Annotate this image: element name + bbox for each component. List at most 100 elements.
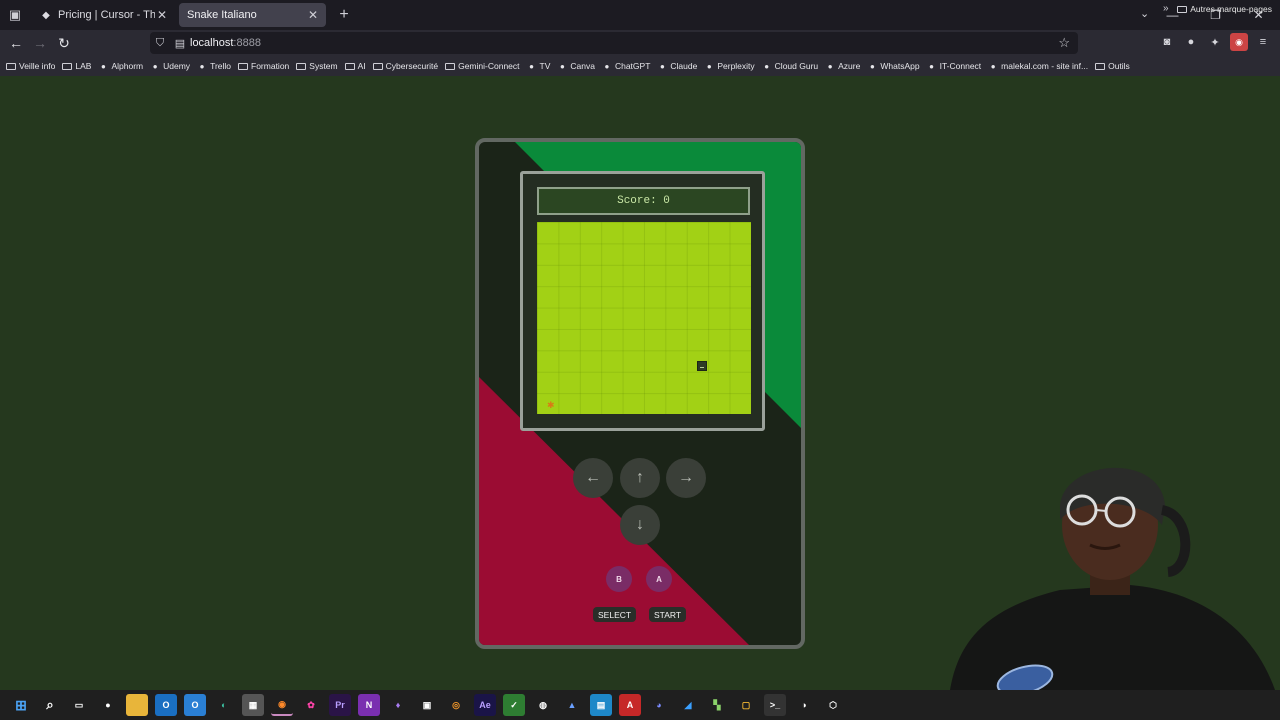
account-icon[interactable]: ●: [1182, 33, 1200, 51]
reload-icon[interactable]: ↻: [52, 31, 76, 55]
bookmark-item[interactable]: LAB: [62, 61, 91, 71]
chatgpt-icon: ●: [604, 61, 610, 71]
webcam-person-image: [950, 467, 1275, 690]
alphorm-icon: ●: [101, 61, 106, 71]
app-icon[interactable]: ▢: [735, 694, 757, 716]
select-button[interactable]: SELECT: [593, 607, 637, 622]
canva-icon: ●: [559, 61, 565, 71]
pocket-icon[interactable]: ◙: [1158, 33, 1176, 51]
folder-icon: [6, 62, 16, 70]
bookmark-label: Azure: [838, 61, 861, 71]
task-view-icon[interactable]: ▭: [68, 694, 90, 716]
screen-frame: Score: 0 ✱: [520, 171, 765, 431]
bookmark-item[interactable]: ● Alphorm: [98, 61, 143, 71]
tab-snake-italiano[interactable]: Snake Italiano ✕: [179, 3, 326, 27]
bookmark-item[interactable]: ● WhatsApp: [867, 61, 920, 71]
bookmark-item[interactable]: ● ChatGPT: [602, 61, 651, 71]
app-icon[interactable]: ◢: [677, 694, 699, 716]
dpad-right-button[interactable]: →: [666, 458, 706, 498]
acrobat-icon[interactable]: A: [619, 694, 641, 716]
premiere-icon[interactable]: Pr: [329, 694, 351, 716]
dpad-down-button[interactable]: ↓: [620, 505, 660, 545]
other-bookmarks[interactable]: Autres marque-pages: [1177, 4, 1272, 14]
bookmark-item[interactable]: Formation: [238, 61, 289, 71]
folder-icon: [1095, 62, 1106, 70]
shield-icon[interactable]: ⛉: [150, 37, 170, 50]
bookmark-star-icon[interactable]: ☆: [1058, 35, 1070, 51]
app-icon[interactable]: ✓: [503, 694, 525, 716]
bookmark-item[interactable]: Outils: [1095, 61, 1130, 71]
b-button[interactable]: B: [606, 566, 632, 592]
terminal-icon[interactable]: >_: [764, 694, 786, 716]
bookmark-item[interactable]: Cybersecurité: [372, 61, 439, 71]
profile-avatar-icon[interactable]: ◉: [1230, 33, 1248, 51]
tab-title: Pricing | Cursor - The AI Code E: [58, 9, 155, 21]
outlook-icon[interactable]: O: [155, 694, 177, 716]
discord-icon[interactable]: ◕: [648, 694, 670, 716]
file-explorer-icon[interactable]: [126, 694, 148, 716]
cloud-icon: ●: [764, 61, 770, 71]
close-tab-icon[interactable]: ✕: [155, 8, 169, 22]
bookmark-label: malekal.com - site inf...: [1001, 61, 1089, 71]
folder-icon: [1177, 5, 1188, 13]
app-icon[interactable]: ▲: [561, 694, 583, 716]
bookmark-item[interactable]: System: [296, 61, 338, 71]
address-bar[interactable]: ⛉ ▤ localhost:8888 ☆: [150, 32, 1078, 54]
tab-list-icon[interactable]: ▣: [2, 4, 28, 26]
a-button[interactable]: A: [646, 566, 672, 592]
tab-cursor-pricing[interactable]: ◆ Pricing | Cursor - The AI Code E ✕: [32, 3, 175, 27]
bookmark-item[interactable]: ● Perplexity: [704, 61, 755, 71]
blender-icon[interactable]: ◎: [445, 694, 467, 716]
bookmark-item[interactable]: Veille info: [6, 61, 55, 71]
bookmark-item[interactable]: AI: [344, 61, 366, 71]
browser-tab-bar: ▣ ◆ Pricing | Cursor - The AI Code E ✕ S…: [0, 0, 1280, 30]
app-icon[interactable]: ●: [97, 694, 119, 716]
bookmark-item[interactable]: ● Udemy: [150, 61, 190, 71]
app-icon[interactable]: ⬡: [822, 694, 844, 716]
more-bookmarks-icon[interactable]: »: [1163, 3, 1169, 14]
dpad-up-button[interactable]: ↑: [620, 458, 660, 498]
extensions-icon[interactable]: ✦: [1206, 33, 1224, 51]
edge-icon[interactable]: ◐: [213, 694, 235, 716]
bookmark-item[interactable]: ● Trello: [197, 61, 231, 71]
bookmark-item[interactable]: ● IT-Connect: [927, 61, 981, 71]
bookmark-label: Cybersecurité: [385, 61, 439, 71]
new-tab-button[interactable]: +: [334, 6, 354, 24]
bookmark-item[interactable]: ● malekal.com - site inf...: [988, 61, 1088, 71]
folder-icon: [62, 62, 73, 70]
bookmark-item[interactable]: ● TV: [527, 61, 550, 71]
close-tab-icon[interactable]: ✕: [306, 8, 320, 22]
windows-start-icon[interactable]: ⊞: [10, 694, 32, 716]
after-effects-icon[interactable]: Ae: [474, 694, 496, 716]
start-button[interactable]: START: [649, 607, 687, 622]
app-icon[interactable]: ◍: [532, 694, 554, 716]
app-icon[interactable]: ◑: [793, 694, 815, 716]
app-icon[interactable]: ▚: [706, 694, 728, 716]
app-icon[interactable]: ▣: [416, 694, 438, 716]
claude-icon: ●: [659, 61, 665, 71]
bookmark-label: Cloud Guru: [774, 61, 819, 71]
bookmark-item[interactable]: ● Cloud Guru: [762, 61, 818, 71]
back-icon[interactable]: ←: [4, 31, 28, 55]
page-info-icon[interactable]: ▤: [170, 37, 190, 50]
chevron-down-icon[interactable]: ⌄: [1140, 7, 1149, 20]
app-icon[interactable]: ▤: [590, 694, 612, 716]
app-icon[interactable]: ♦: [387, 694, 409, 716]
bookmark-label: Perplexity: [717, 61, 755, 71]
app-icon[interactable]: ✿: [300, 694, 322, 716]
firefox-icon[interactable]: ◉: [271, 694, 293, 716]
malekal-icon: ●: [990, 61, 996, 71]
bookmark-item[interactable]: ● Azure: [825, 61, 861, 71]
bookmark-item[interactable]: ● Canva: [557, 61, 595, 71]
store-icon[interactable]: ▦: [242, 694, 264, 716]
dpad-left-button[interactable]: ←: [573, 458, 613, 498]
search-icon[interactable]: ⌕: [39, 694, 61, 716]
bookmark-label: Veille info: [19, 61, 56, 71]
menu-icon[interactable]: ≡: [1254, 33, 1272, 51]
onenote-icon[interactable]: N: [358, 694, 380, 716]
navigation-bar: ← → ↻ ⛉ ▤ localhost:8888 ☆ ◙ ● ✦ ◉ ≡: [0, 30, 1280, 56]
forward-icon[interactable]: →: [28, 31, 52, 55]
bookmark-item[interactable]: ● Claude: [657, 61, 697, 71]
outlook-new-icon[interactable]: O: [184, 694, 206, 716]
bookmark-item[interactable]: Gemini-Connect: [445, 61, 520, 71]
